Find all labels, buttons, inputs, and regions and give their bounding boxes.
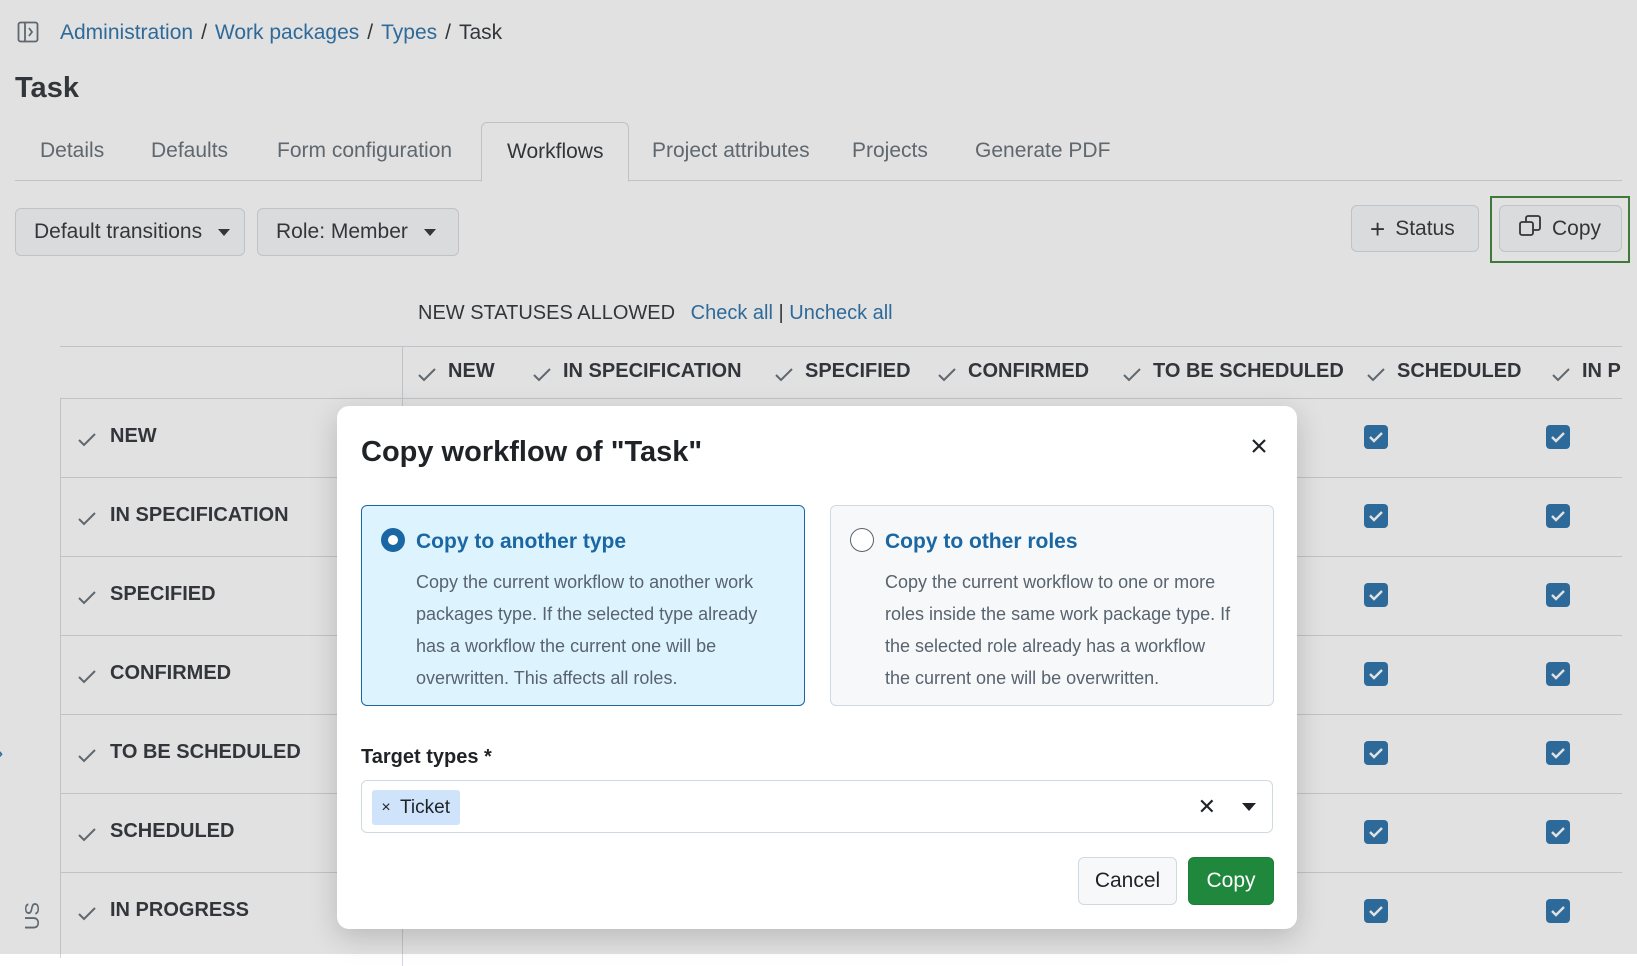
option-copy-to-other-roles[interactable]: Copy to other roles Copy the current wor… [830,505,1274,706]
option-title: Copy to another type [416,530,627,553]
radio-unselected[interactable] [850,528,874,552]
option-title: Copy to other roles [885,530,1078,553]
close-icon[interactable] [1245,432,1273,460]
remove-token-icon[interactable]: × [372,799,400,817]
cancel-button[interactable]: Cancel [1078,857,1177,905]
target-types-label: Target types * [361,746,492,768]
chevron-down-icon[interactable] [1242,803,1256,811]
option-description: Copy the current workflow to another wor… [416,572,758,688]
copy-workflow-dialog: Copy workflow of "Task" Copy to another … [337,406,1297,929]
radio-selected[interactable] [381,528,405,552]
copy-submit-button[interactable]: Copy [1188,857,1274,905]
option-description: Copy the current workflow to one or more… [885,572,1231,688]
dialog-title: Copy workflow of "Task" [361,436,703,468]
token-label: Ticket [400,796,450,818]
selected-token: × Ticket [372,790,460,825]
option-copy-to-another-type[interactable]: Copy to another type Copy the current wo… [361,505,805,706]
target-types-select[interactable]: × Ticket ✕ [361,780,1273,833]
clear-selection-icon[interactable]: ✕ [1198,794,1216,820]
